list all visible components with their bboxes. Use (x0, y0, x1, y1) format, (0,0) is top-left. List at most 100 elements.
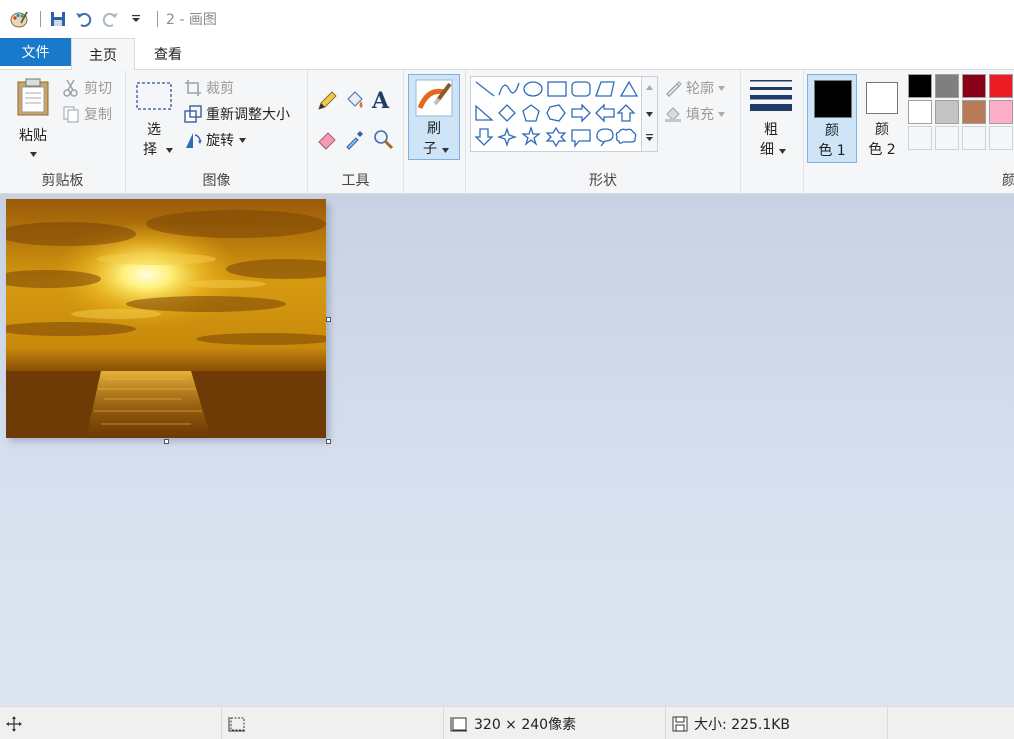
color-picker-icon[interactable] (344, 128, 366, 150)
brushes-label-1: 刷 (427, 121, 441, 137)
rotate-icon (186, 133, 202, 148)
cursor-position-icon (6, 715, 22, 732)
selection-size-icon (228, 716, 245, 731)
color-palette (908, 74, 1014, 160)
resize-handle-corner[interactable] (326, 439, 331, 444)
rotate-button[interactable]: 旋转 (184, 130, 250, 150)
tab-home[interactable]: 主页 (71, 38, 135, 71)
file-size-segment: 大小: 225.1KB (666, 707, 888, 739)
crop-label: 裁剪 (206, 81, 234, 97)
shapes-gallery-icons (474, 80, 639, 148)
chevron-down-icon (718, 85, 725, 91)
scroll-down-icon[interactable] (646, 112, 653, 117)
chevron-down-icon (442, 148, 449, 153)
fill-button[interactable]: 填充 (664, 104, 729, 124)
paste-button[interactable]: 粘贴 (12, 76, 54, 158)
cut-label: 剪切 (84, 81, 112, 97)
cursor-position-segment (0, 707, 222, 739)
sunset-picture (6, 199, 326, 438)
tools-group-label: 工具 (341, 173, 370, 189)
brushes-button[interactable]: 刷 子 (408, 74, 460, 160)
tab-file[interactable]: 文件 (0, 38, 71, 66)
color2-label-2: 色 2 (868, 142, 896, 158)
image-dimensions: 320 × 240像素 (474, 716, 577, 733)
scroll-up-icon[interactable] (646, 85, 653, 90)
shapes-group-label: 形状 (589, 173, 617, 189)
palette-swatch[interactable] (989, 126, 1013, 150)
scissors-icon (63, 79, 78, 97)
tab-view[interactable]: 查看 (135, 38, 201, 70)
palette-swatch[interactable] (989, 100, 1013, 124)
resize-handle-right[interactable] (326, 317, 331, 322)
copy-icon (63, 106, 79, 123)
image-group-label: 图像 (202, 173, 231, 189)
paste-icon (17, 78, 49, 116)
title-separator (40, 11, 41, 27)
palette-swatch[interactable] (935, 74, 959, 98)
palette-swatch[interactable] (962, 100, 986, 124)
fill-bucket-icon[interactable] (344, 90, 366, 112)
outline-label: 轮廓 (686, 81, 714, 97)
eraser-icon[interactable] (316, 128, 338, 150)
ribbon: 粘贴 剪切 复制 剪贴板 选 择 裁剪 重新调整大小 旋转 图像 A 工具 刷 … (0, 70, 1014, 194)
size-group: 粗 细 (741, 70, 804, 194)
color1-button[interactable]: 颜 色 1 (807, 74, 857, 163)
crop-icon (185, 80, 201, 96)
undo-icon[interactable] (73, 8, 95, 30)
color1-label-2: 色 1 (818, 143, 846, 159)
palette-swatch[interactable] (908, 74, 932, 98)
chevron-down-icon (239, 137, 246, 143)
pencil-icon[interactable] (316, 90, 338, 112)
image-dimensions-icon (450, 716, 467, 731)
outline-button[interactable]: 轮廓 (664, 78, 729, 98)
color1-swatch (814, 80, 852, 118)
resize-label: 重新调整大小 (206, 107, 290, 123)
size-button[interactable]: 粗 细 (747, 76, 797, 162)
selection-size-segment (222, 707, 444, 739)
resize-icon (184, 105, 202, 123)
copy-label: 复制 (84, 107, 112, 123)
brush-icon (415, 79, 453, 117)
fill-label: 填充 (686, 107, 714, 123)
palette-swatch[interactable] (935, 100, 959, 124)
chevron-down-icon (779, 149, 786, 154)
magnifier-icon[interactable] (372, 128, 394, 150)
palette-swatch[interactable] (962, 74, 986, 98)
title-separator-2 (157, 11, 158, 27)
color2-button[interactable]: 颜 色 2 (861, 74, 903, 163)
redo-icon[interactable] (99, 8, 121, 30)
shapes-scrollbar[interactable] (642, 76, 658, 152)
canvas-workspace[interactable] (0, 194, 1014, 706)
ribbon-tabs: 文件 主页 查看 (0, 38, 1014, 71)
save-icon[interactable] (47, 8, 69, 30)
disk-icon (672, 716, 688, 731)
canvas-image[interactable] (6, 199, 326, 438)
resize-button[interactable]: 重新调整大小 (184, 104, 290, 124)
text-tool-icon[interactable]: A (372, 88, 389, 114)
cut-button[interactable]: 剪切 (62, 78, 112, 98)
fill-icon (665, 107, 681, 122)
palette-swatch[interactable] (962, 126, 986, 150)
select-label-2: 择 (143, 142, 157, 158)
image-dimensions-segment: 320 × 240像素 (444, 707, 666, 739)
brushes-group: 刷 子 (404, 70, 466, 194)
color2-swatch (866, 82, 898, 114)
palette-swatch[interactable] (989, 74, 1013, 98)
select-button[interactable]: 选 择 (134, 78, 174, 162)
palette-swatch[interactable] (908, 100, 932, 124)
clipboard-group-label: 剪贴板 (41, 173, 84, 189)
palette-swatch[interactable] (935, 126, 959, 150)
shapes-gallery[interactable] (470, 76, 642, 152)
palette-swatch[interactable] (908, 126, 932, 150)
resize-handle-bottom[interactable] (164, 439, 169, 444)
customize-toolbar-icon[interactable] (125, 8, 147, 30)
colors-group-label: 颜 (1002, 173, 1014, 189)
colors-group: 颜 色 1 颜 色 2 颜 (804, 70, 1014, 194)
paint-app-icon[interactable] (8, 8, 30, 30)
copy-button[interactable]: 复制 (62, 104, 112, 124)
image-group: 选 择 裁剪 重新调整大小 旋转 图像 (126, 70, 308, 194)
select-rectangle-icon (136, 82, 172, 110)
expand-gallery-icon[interactable] (646, 134, 653, 141)
window-title: 2 - 画图 (166, 12, 217, 28)
crop-button[interactable]: 裁剪 (184, 78, 234, 98)
